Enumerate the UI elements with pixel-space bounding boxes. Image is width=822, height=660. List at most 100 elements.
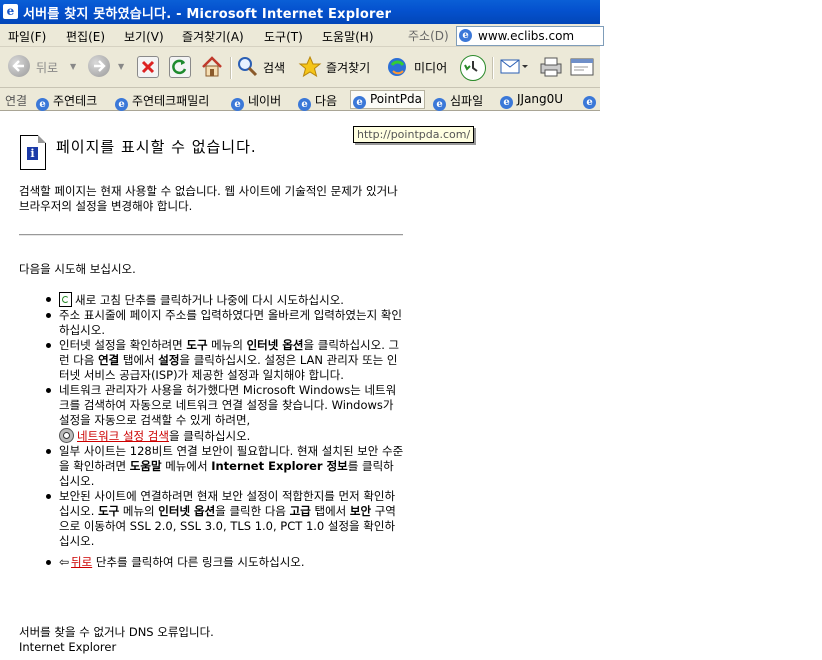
tip-bold: Internet Explorer 정보 [211,459,348,473]
address-field[interactable]: e www.eclibs.com [456,26,604,46]
back-arrow-icon: ⇦ [59,555,70,569]
tip-bold: 인터넷 옵션 [246,338,304,352]
link-item[interactable]: e [583,92,600,109]
tip-bold: 도구 [186,338,208,352]
media-label: 미디어 [414,61,448,75]
media-button[interactable]: 미디어 [386,55,452,79]
favorites-button[interactable]: 즐겨찾기 [298,55,378,79]
link-item[interactable]: e 심파일 [433,92,483,111]
link-item[interactable]: e 주연테크 [36,92,97,111]
refresh-icon [59,292,72,307]
tip-bold: 인터넷 옵션 [158,504,216,518]
tip-text: 메뉴의 [119,504,159,518]
link-item-label: 네이버 [248,94,282,108]
link-tooltip: http://pointpda.com/ [353,126,475,143]
info-page-icon: i [20,135,46,170]
search-icon [238,57,258,77]
try-label: 다음을 시도해 보십시오. [19,262,136,276]
forward-dropdown-icon[interactable]: ▼ [118,62,124,71]
link-item[interactable]: e 다음 [298,92,337,111]
tip-text: 을 클릭한 다음 [215,504,290,518]
tip-refresh: 새로 고침 단추를 클릭하거나 나중에 다시 시도하십시오. [75,293,344,307]
ie-page-icon: e [298,98,311,111]
window-title: 서버를 찾지 못하였습니다. - Microsoft Internet Expl… [23,7,392,22]
intro-text: 검색할 페이지는 현재 사용할 수 없습니다. 웹 사이트에 기술적인 문제가 … [19,184,398,213]
search-label: 검색 [263,61,286,75]
tip-text: 을 클릭하십시오. [168,429,251,443]
title-bar: e 서버를 찾지 못하였습니다. - Microsoft Internet Ex… [0,0,600,24]
tip-bold: 도움말 [129,459,162,473]
link-item[interactable]: e PointPda [350,90,426,109]
tip-bold: 고급 [289,504,311,518]
mail-icon[interactable] [500,56,528,76]
page-title: 페이지를 표시할 수 없습니다. [56,138,257,156]
back-button[interactable]: 뒤로 ▼ [8,55,78,79]
menu-view[interactable]: 보기(V) [124,28,164,45]
tip-text: 메뉴의 [207,338,247,352]
edit-icon[interactable] [570,57,596,77]
stop-icon[interactable] [137,56,159,78]
back-link[interactable]: 뒤로 [71,555,92,569]
tip-text: 탭에서 [310,504,350,518]
forward-button[interactable]: ▼ [88,55,128,79]
link-item[interactable]: e JJang0U [500,92,563,109]
forward-arrow-icon [88,55,110,77]
link-item-label: JJang0U [517,92,564,106]
error-source: Internet Explorer [19,640,117,654]
link-item-label: PointPda [370,92,423,106]
divider [19,234,403,236]
ie-page-icon: e [459,29,472,42]
menu-file[interactable]: 파일(F) [8,28,46,45]
error-message: 서버를 찾을 수 없거나 DNS 오류입니다. [19,625,214,639]
ie-page-icon: e [433,98,446,111]
tip-bold: 도구 [98,504,120,518]
history-icon[interactable] [460,55,486,81]
ie-page-icon: e [115,98,128,111]
ie-page-icon: e [500,96,513,109]
menu-tools[interactable]: 도구(T) [264,28,303,45]
media-icon [388,58,406,76]
ie-page-icon: e [231,98,244,111]
link-item-label: 주연테크패밀리 [132,94,210,108]
network-detect-icon [59,428,74,443]
list-item: 보안된 사이트에 연결하려면 현재 보안 설정이 적합한지를 먼저 확인하십시오… [42,489,404,549]
back-dropdown-icon[interactable]: ▼ [70,62,76,71]
address-value[interactable]: www.eclibs.com [478,29,574,43]
list-item: ⇦ 뒤로 단추를 클릭하여 다른 링크를 시도하십시오. [42,555,404,570]
link-item[interactable]: e 네이버 [231,92,281,111]
tip-text: 인터넷 설정을 확인하려면 [59,338,187,352]
page-content: i 페이지를 표시할 수 없습니다. 검색할 페이지는 현재 사용할 수 없습니… [0,111,600,660]
list-item: 새로 고침 단추를 클릭하거나 나중에 다시 시도하십시오. [42,292,404,308]
tip-text: 탭에서 [119,353,159,367]
tip-network: 네트워크 관리자가 사용을 허가했다면 Microsoft Windows는 네… [59,383,397,427]
back-arrow-icon [8,55,30,77]
home-icon[interactable] [200,55,224,79]
menu-favorites[interactable]: 즐겨찾기(A) [182,28,244,45]
print-icon[interactable] [538,56,564,77]
refresh-icon[interactable] [169,56,191,78]
tip-text: 메뉴에서 [161,459,212,473]
error-footer: 서버를 찾을 수 없거나 DNS 오류입니다. Internet Explore… [19,625,214,655]
tips-list: 새로 고침 단추를 클릭하거나 나중에 다시 시도하십시오. 주소 표시줄에 페… [42,292,404,570]
search-button[interactable]: 검색 [236,55,290,79]
back-label: 뒤로 [36,61,59,75]
browser-window: e 서버를 찾지 못하였습니다. - Microsoft Internet Ex… [0,0,604,660]
tip-bold: 보안 [349,504,372,518]
list-item: 일부 사이트는 128비트 연결 보안이 필요합니다. 현재 설치된 보안 수준… [42,444,404,489]
tip-bold: 연결 [98,353,120,367]
ie-page-icon: e [583,96,596,109]
link-item[interactable]: e 주연테크패밀리 [115,92,209,111]
links-bar: 연결 e 주연테크 e 주연테크패밀리 e 네이버 e 다음 e PointPda e 심파… [0,88,600,111]
link-item-label: 다음 [315,94,338,108]
list-item: 인터넷 설정을 확인하려면 도구 메뉴의 인터넷 옵션을 클릭하십시오. 그런 … [42,338,404,383]
detect-network-link[interactable]: 네트워크 설정 검색 [77,429,169,443]
menu-edit[interactable]: 편집(E) [66,28,105,45]
toolbar-separator [230,57,232,79]
tip-address: 주소 표시줄에 페이지 주소를 입력하였다면 올바르게 입력하였는지 확인하십시… [59,308,402,337]
links-label: 연결 [5,94,28,108]
menu-help[interactable]: 도움말(H) [322,28,374,45]
ie-page-icon: e [3,4,18,19]
ie-page-icon: e [36,98,49,111]
favorites-label: 즐겨찾기 [326,61,371,75]
list-item: 주소 표시줄에 페이지 주소를 입력하였다면 올바르게 입력하였는지 확인하십시… [42,308,404,338]
